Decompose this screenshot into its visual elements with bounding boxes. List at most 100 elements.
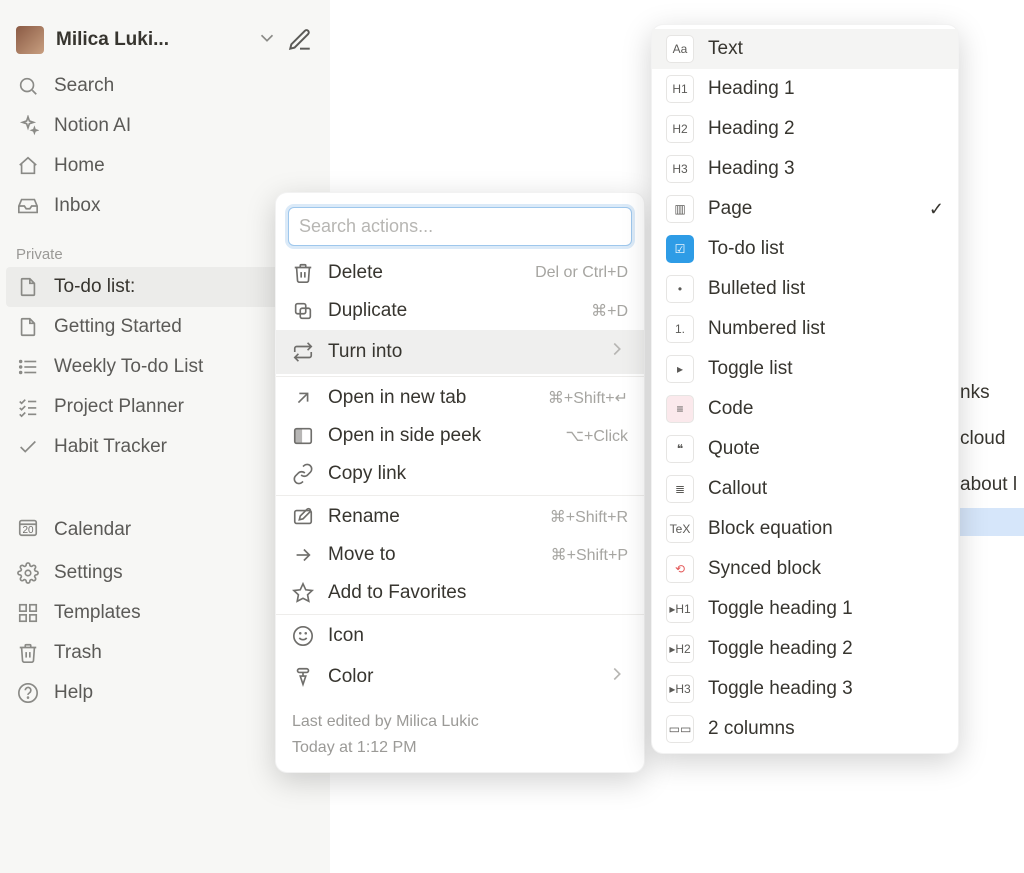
action-color[interactable]: Color <box>276 655 644 699</box>
sidebar-item-notion-ai[interactable]: Notion AI <box>0 106 330 146</box>
list-icon <box>16 356 40 378</box>
main-content-peek: nks cloud about l <box>960 370 1024 554</box>
text-fragment: cloud <box>960 416 1024 462</box>
action-delete[interactable]: DeleteDel or Ctrl+D <box>276 254 644 292</box>
turninto-text[interactable]: AaText <box>652 29 958 69</box>
sidebar-item-label: Habit Tracker <box>54 436 167 458</box>
action-icon[interactable]: Icon <box>276 617 644 655</box>
turninto-code[interactable]: ≡ Code <box>652 389 958 429</box>
compose-button[interactable] <box>286 26 314 54</box>
turninto-bulleted-list[interactable]: • Bulleted list <box>652 269 958 309</box>
trash-icon <box>16 642 40 664</box>
sidebar-item-label: Templates <box>54 602 141 624</box>
shortcut: ⌘+Shift+↵ <box>548 388 628 408</box>
turninto-label: Synced block <box>708 558 944 580</box>
sidebar-item-label: Help <box>54 682 93 704</box>
block-type-icon: • <box>666 275 694 303</box>
block-type-icon: ≡ <box>666 395 694 423</box>
home-icon <box>16 155 40 177</box>
turninto-quote[interactable]: ❝Quote <box>652 429 958 469</box>
shortcut: ⌘+Shift+P <box>551 545 628 565</box>
inbox-icon <box>16 195 40 217</box>
turninto-toggle-heading-2[interactable]: ▸H2Toggle heading 2 <box>652 629 958 669</box>
highlight <box>960 508 1024 536</box>
action-menu-footer: Last edited by Milica Lukic Today at 1:1… <box>276 699 644 764</box>
action-copy-link[interactable]: Copy link <box>276 455 644 493</box>
rename-icon <box>292 506 314 528</box>
shortcut: ⌘+D <box>591 301 628 321</box>
workspace-switcher[interactable]: Milica Luki... <box>0 20 330 66</box>
action-label: Icon <box>328 625 628 647</box>
sidebar-item-label: Getting Started <box>54 316 182 338</box>
turninto-heading-1[interactable]: H1 Heading 1 <box>652 69 958 109</box>
turninto-numbered-list[interactable]: 1.Numbered list <box>652 309 958 349</box>
turninto-callout[interactable]: ≣Callout <box>652 469 958 509</box>
action-add-to-favorites[interactable]: Add to Favorites <box>276 574 644 612</box>
block-type-icon: ▥ <box>666 195 694 223</box>
avatar <box>16 26 44 54</box>
turninto-2-columns[interactable]: ▭▭2 columns <box>652 709 958 749</box>
sidepeek-icon <box>292 425 314 447</box>
turninto-icon <box>292 341 314 363</box>
shortcut: ⌥+Click <box>566 426 628 446</box>
block-type-icon: ▸ <box>666 355 694 383</box>
action-open-in-side-peek[interactable]: Open in side peek⌥+Click <box>276 417 644 455</box>
turninto-label: Code <box>708 398 944 420</box>
turninto-page[interactable]: ▥Page✓ <box>652 189 958 229</box>
action-label: Add to Favorites <box>328 582 628 604</box>
star-icon <box>292 582 314 604</box>
block-type-icon: ☑ <box>666 235 694 263</box>
sidebar-item-label: To-do list: <box>54 276 135 298</box>
search-icon <box>16 75 40 97</box>
turninto-toggle-heading-1[interactable]: ▸H1Toggle heading 1 <box>652 589 958 629</box>
workspace-name: Milica Luki... <box>56 29 244 51</box>
action-move-to[interactable]: Move to ⌘+Shift+P <box>276 536 644 574</box>
chevron-right-icon <box>606 663 628 691</box>
action-menu: DeleteDel or Ctrl+D Duplicate ⌘+D Turn into… <box>275 192 645 773</box>
sidebar-item-label: Trash <box>54 642 102 664</box>
sidebar-item-label: Search <box>54 75 114 97</box>
turninto-toggle-heading-3[interactable]: ▸H3Toggle heading 3 <box>652 669 958 709</box>
block-type-icon: ▸H2 <box>666 635 694 663</box>
external-icon <box>292 387 314 409</box>
last-edited-time: Today at 1:12 PM <box>292 735 628 761</box>
block-type-icon: H1 <box>666 75 694 103</box>
sidebar-item-label: Calendar <box>54 519 131 541</box>
sidebar-item-search[interactable]: Search <box>0 66 330 106</box>
block-type-icon: TeX <box>666 515 694 543</box>
action-turn-into[interactable]: Turn into <box>276 330 644 374</box>
turninto-to-do-list[interactable]: ☑To-do list <box>652 229 958 269</box>
link-icon <box>292 463 314 485</box>
sidebar-item-label: Inbox <box>54 195 100 217</box>
action-label: Turn into <box>328 341 592 363</box>
action-label: Move to <box>328 544 537 566</box>
turninto-label: Toggle heading 3 <box>708 678 944 700</box>
sidebar-item-home[interactable]: Home <box>0 146 330 186</box>
sidebar-item-label: Home <box>54 155 105 177</box>
turninto-block-equation[interactable]: TeX Block equation <box>652 509 958 549</box>
turninto-label: Heading 1 <box>708 78 944 100</box>
action-label: Duplicate <box>328 300 577 322</box>
sparkle-icon <box>16 115 40 137</box>
turninto-label: Bulleted list <box>708 278 944 300</box>
shortcut: Del or Ctrl+D <box>535 264 628 282</box>
turninto-label: Block equation <box>708 518 944 540</box>
chevron-down-icon[interactable] <box>248 27 286 54</box>
sidebar-item-label: Notion AI <box>54 115 131 137</box>
turninto-synced-block[interactable]: ⟲Synced block <box>652 549 958 589</box>
action-rename[interactable]: Rename⌘+Shift+R <box>276 498 644 536</box>
turninto-label: Toggle list <box>708 358 944 380</box>
turninto-toggle-list[interactable]: ▸ Toggle list <box>652 349 958 389</box>
action-duplicate[interactable]: Duplicate ⌘+D <box>276 292 644 330</box>
turninto-label: Heading 3 <box>708 158 944 180</box>
chevron-right-icon <box>606 338 628 366</box>
page-icon <box>16 276 40 298</box>
turninto-heading-3[interactable]: H3Heading 3 <box>652 149 958 189</box>
action-open-in-new-tab[interactable]: Open in new tab⌘+Shift+↵ <box>276 379 644 417</box>
check-icon: ✓ <box>929 199 944 220</box>
action-search-input[interactable] <box>288 207 632 246</box>
block-type-icon: ▸H1 <box>666 595 694 623</box>
action-label: Copy link <box>328 463 628 485</box>
turninto-heading-2[interactable]: H2Heading 2 <box>652 109 958 149</box>
block-type-icon: 1. <box>666 315 694 343</box>
